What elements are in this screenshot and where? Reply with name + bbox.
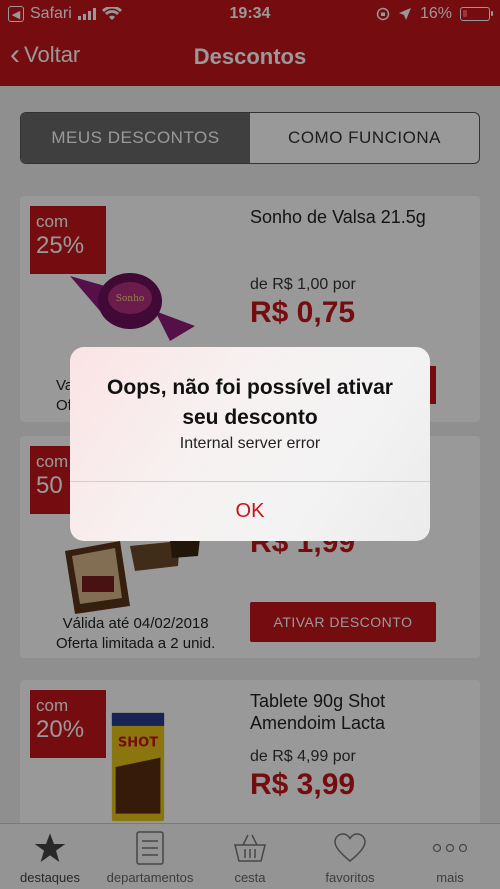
error-alert: Oops, não foi possível ativar seu descon… xyxy=(70,347,430,541)
alert-title: Oops, não foi possível ativar seu descon… xyxy=(107,376,393,429)
ok-button[interactable]: OK xyxy=(70,482,430,541)
alert-message: Internal server error xyxy=(179,435,321,452)
